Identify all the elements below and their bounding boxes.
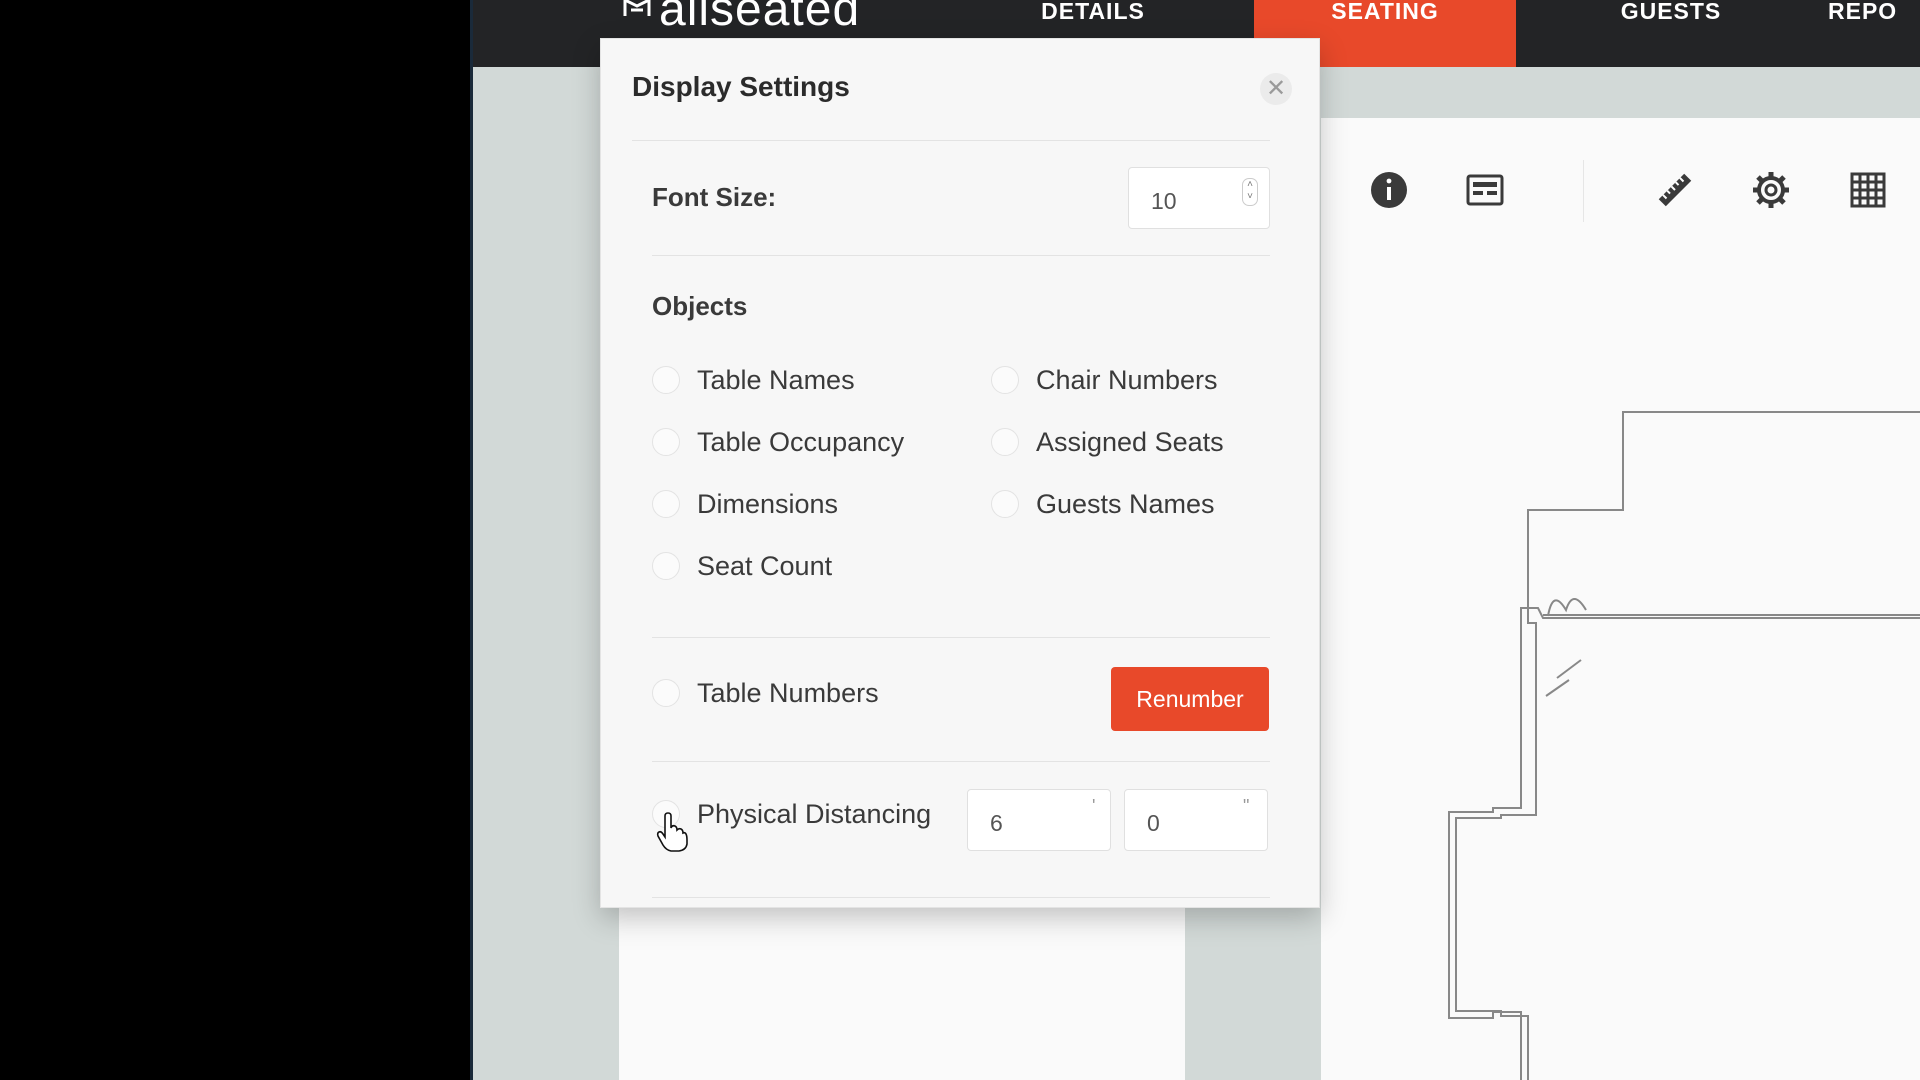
panel-divider xyxy=(1185,900,1213,1080)
guests-names-label[interactable]: Guests Names xyxy=(1036,489,1215,520)
modal-title: Display Settings xyxy=(632,71,850,102)
display-settings-modal: Display Settings ✕ Font Size: 10 ˄ ˅ Obje… xyxy=(600,38,1320,908)
chair-numbers-label[interactable]: Chair Numbers xyxy=(1036,365,1218,396)
font-size-label: Font Size: xyxy=(652,182,777,212)
left-panel xyxy=(619,900,1186,1080)
dimensions-label[interactable]: Dimensions xyxy=(697,489,838,520)
feet-unit: ' xyxy=(1092,796,1096,816)
distance-feet-value: 6 xyxy=(990,810,1003,836)
seat-count-label[interactable]: Seat Count xyxy=(697,551,832,582)
seat-count-radio[interactable] xyxy=(652,552,680,580)
logo-icon xyxy=(623,0,651,16)
divider xyxy=(652,637,1270,638)
nav-guests[interactable]: GUESTS xyxy=(1571,0,1771,67)
logo-text: allseated xyxy=(659,0,861,36)
close-icon: ✕ xyxy=(1265,75,1287,102)
close-button[interactable]: ✕ xyxy=(1260,73,1292,105)
renumber-button[interactable]: Renumber xyxy=(1111,667,1269,731)
divider xyxy=(652,761,1270,762)
assigned-seats-label[interactable]: Assigned Seats xyxy=(1036,427,1224,458)
divider xyxy=(652,255,1270,256)
divider xyxy=(652,897,1270,898)
distance-inches-value: 0 xyxy=(1147,810,1160,836)
inches-unit: " xyxy=(1243,796,1250,816)
table-names-label[interactable]: Table Names xyxy=(697,365,855,396)
table-occupancy-radio[interactable] xyxy=(652,428,680,456)
stepper-arrows-icon[interactable]: ˄ ˅ xyxy=(1242,178,1258,206)
divider xyxy=(632,140,1270,141)
table-numbers-label[interactable]: Table Numbers xyxy=(697,678,879,709)
distance-feet-input[interactable]: 6 ' xyxy=(967,789,1111,851)
font-size-value: 10 xyxy=(1151,188,1177,214)
floorplan-walls xyxy=(1448,411,1920,1080)
nav-reports[interactable]: REPO xyxy=(1828,0,1920,67)
font-size-stepper[interactable]: 10 ˄ ˅ xyxy=(1128,167,1270,229)
chair-numbers-radio[interactable] xyxy=(991,366,1019,394)
table-occupancy-label[interactable]: Table Occupancy xyxy=(697,427,904,458)
hand-cursor-icon xyxy=(656,812,688,852)
table-numbers-radio[interactable] xyxy=(652,679,680,707)
assigned-seats-radio[interactable] xyxy=(991,428,1019,456)
objects-section-title: Objects xyxy=(652,291,748,321)
dimensions-radio[interactable] xyxy=(652,490,680,518)
physical-distancing-label[interactable]: Physical Distancing xyxy=(697,799,931,830)
distance-inches-input[interactable]: 0 " xyxy=(1124,789,1268,851)
table-names-radio[interactable] xyxy=(652,366,680,394)
guests-names-radio[interactable] xyxy=(991,490,1019,518)
